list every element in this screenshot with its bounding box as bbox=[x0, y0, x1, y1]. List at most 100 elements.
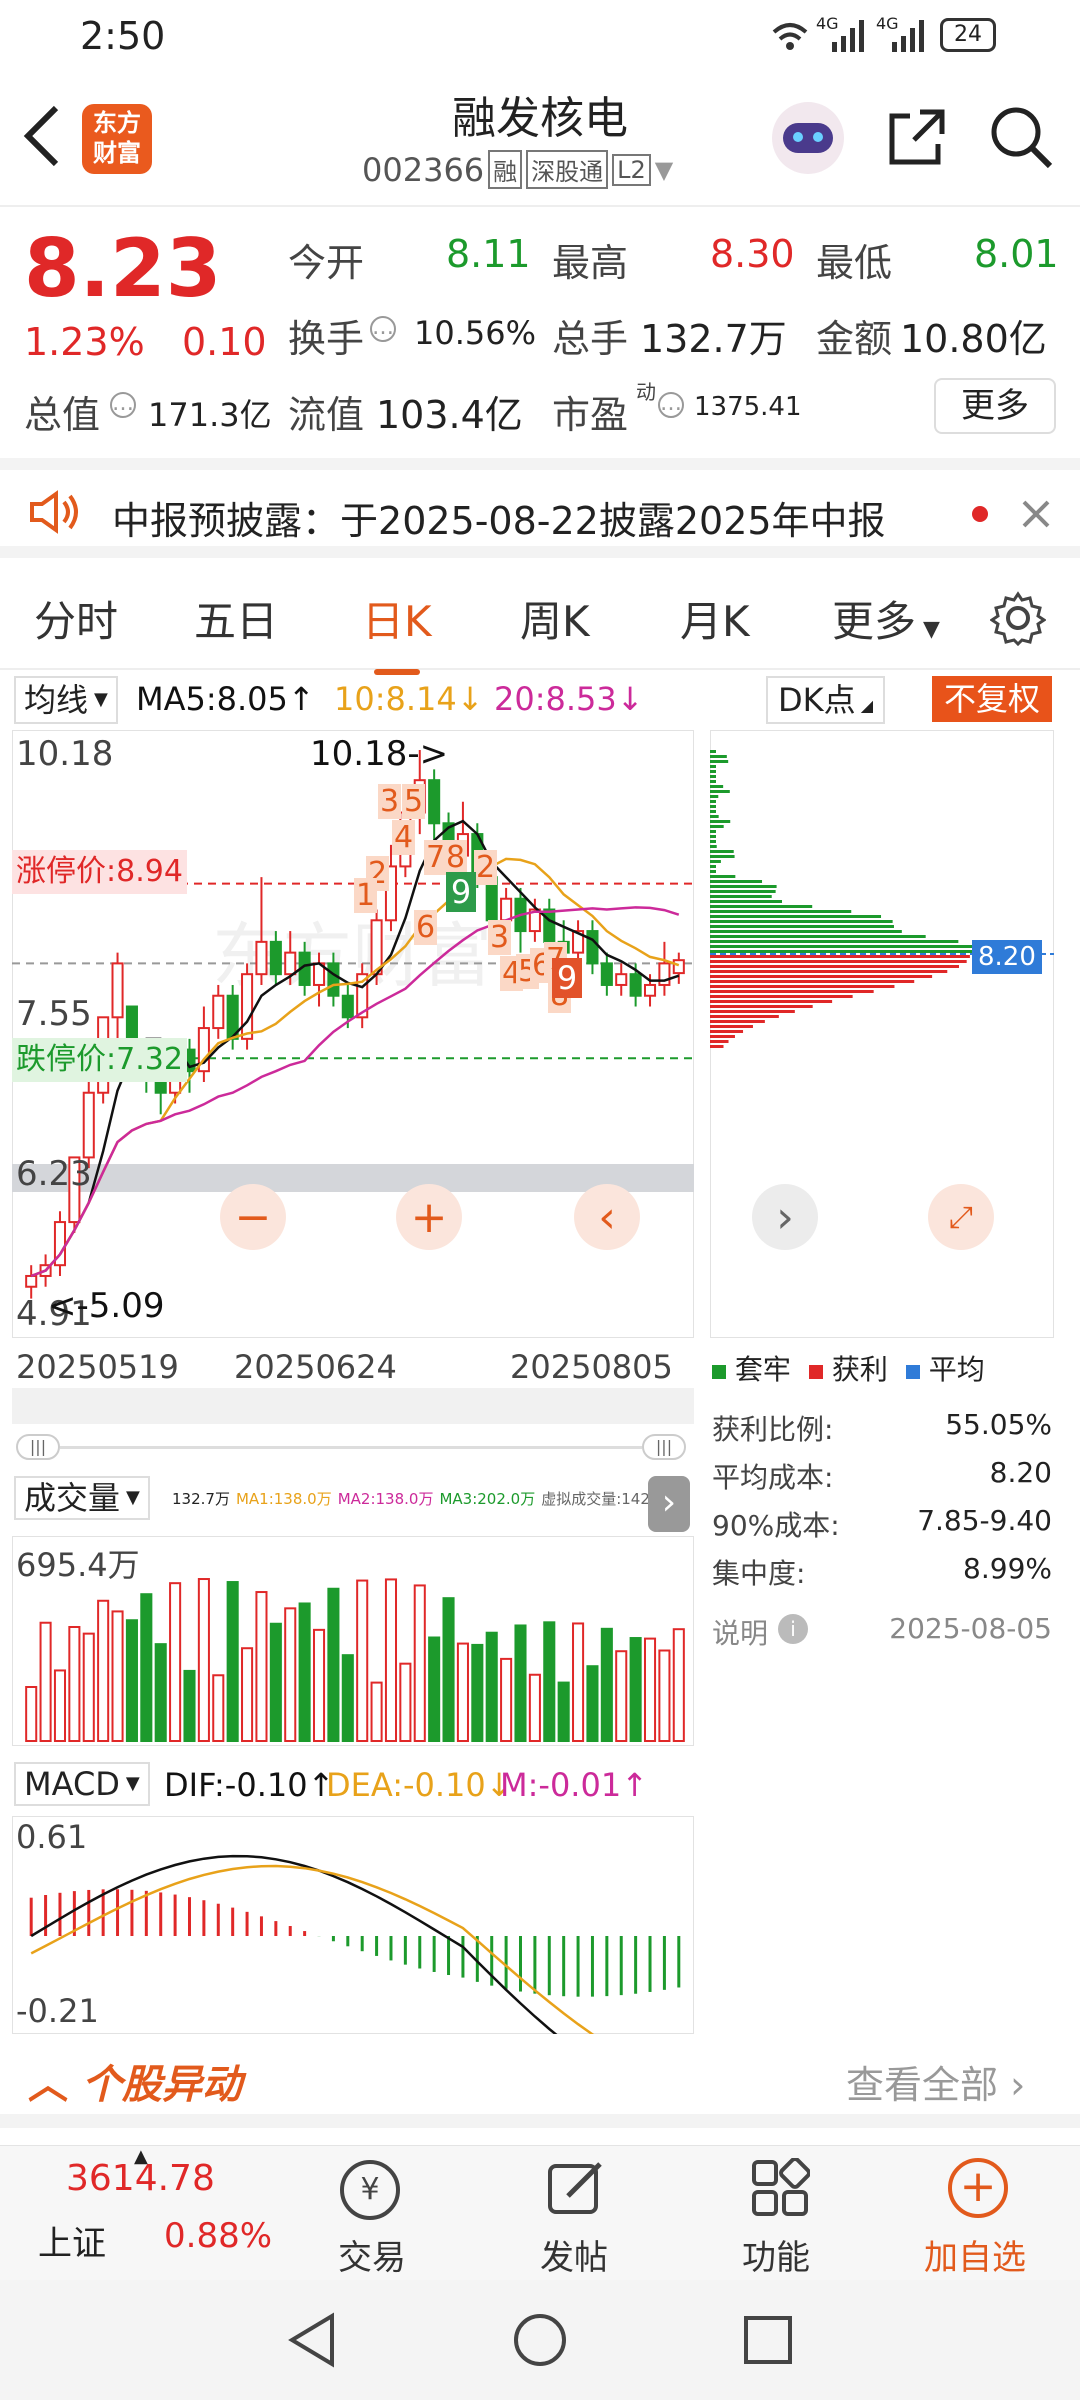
settings-gear-icon[interactable] bbox=[990, 590, 1046, 646]
chip-bar bbox=[710, 915, 882, 918]
stock-movement-section: ︿ 个股异动 查看全部 › bbox=[0, 2048, 1080, 2128]
system-home-icon[interactable] bbox=[512, 2310, 568, 2370]
notice-body: 于2025-08-22披露2025年中报 bbox=[340, 499, 886, 543]
notice-banner[interactable]: 中报预披露： 于2025-08-22披露2025年中报 bbox=[0, 458, 1080, 558]
post-button[interactable]: 发帖 bbox=[540, 2230, 608, 2279]
chip-bar bbox=[710, 800, 716, 803]
volume-bar bbox=[471, 1643, 484, 1742]
chip-bar bbox=[710, 900, 783, 903]
system-back-icon[interactable] bbox=[284, 2310, 340, 2370]
ma20-label: 20:8.53↓ bbox=[494, 680, 644, 718]
macd-dea: DEA:-0.10↓ bbox=[326, 1766, 513, 1804]
add-watchlist-button[interactable]: 加自选 bbox=[924, 2230, 1026, 2279]
volume-bar bbox=[312, 1628, 326, 1742]
unread-dot bbox=[972, 506, 988, 522]
chip-bar bbox=[710, 950, 984, 953]
low-label: 最低 bbox=[816, 241, 893, 285]
zoom-in-button[interactable]: + bbox=[396, 1184, 462, 1250]
index-name: 上证 bbox=[38, 2224, 106, 2264]
chip-bar bbox=[710, 1040, 729, 1043]
system-recents-icon[interactable] bbox=[740, 2310, 796, 2370]
volume-bar bbox=[68, 1626, 81, 1742]
y-axis-top: 10.18 bbox=[16, 734, 114, 774]
info-icon-4[interactable]: i bbox=[778, 1614, 808, 1644]
cost90-label: 90%成本: bbox=[712, 1509, 840, 1542]
mktcap-label: 总值 bbox=[24, 393, 101, 437]
chip-bar bbox=[710, 855, 735, 858]
assistant-robot-icon[interactable] bbox=[772, 102, 844, 174]
volume-bar bbox=[514, 1624, 527, 1742]
tab-more[interactable]: 更多 ▼ bbox=[832, 588, 940, 649]
volume-bar bbox=[672, 1628, 685, 1742]
chart-area: 均线 ▼ MA5:8.05↑ 10:8.14↓ 20:8.53↓ DK点 ◢ 不复… bbox=[0, 672, 1080, 2034]
range-slider[interactable] bbox=[60, 1446, 642, 1449]
seq-marker: 3 bbox=[378, 784, 402, 819]
tab-daily-k[interactable]: 日K bbox=[362, 588, 432, 675]
volume-bar bbox=[442, 1597, 455, 1742]
tab-weekly-k[interactable]: 周K bbox=[520, 588, 590, 649]
chip-bar bbox=[710, 1030, 744, 1033]
trade-button[interactable]: 交易 bbox=[338, 2230, 406, 2279]
volume-bar bbox=[82, 1632, 95, 1742]
indicator-select[interactable]: 均线 ▼ bbox=[14, 676, 118, 724]
info-icon[interactable]: … bbox=[370, 316, 396, 342]
chip-bar bbox=[710, 980, 915, 983]
volume-bar bbox=[370, 1681, 383, 1743]
seq-marker: 5 bbox=[402, 784, 426, 819]
stock-code: 002366 bbox=[362, 150, 485, 189]
back-arrow-icon[interactable] bbox=[22, 104, 62, 168]
search-icon[interactable] bbox=[988, 104, 1054, 170]
volume-select[interactable]: 成交量 ▼ bbox=[14, 1476, 150, 1520]
range-handle-right[interactable]: ||| bbox=[642, 1434, 686, 1460]
close-icon[interactable] bbox=[1020, 498, 1052, 530]
dk-point-button[interactable]: DK点 ◢ bbox=[766, 676, 886, 724]
candle-body bbox=[327, 962, 340, 997]
chip-bar bbox=[710, 770, 716, 773]
info-icon-3[interactable]: … bbox=[658, 392, 684, 418]
note-date: 2025-08-05 bbox=[889, 1612, 1052, 1645]
quote-panel: 8.23 1.23% 0.10 今开 8.11 最高 8.30 最低 8.01 … bbox=[0, 208, 1080, 458]
volume-bar bbox=[241, 1647, 254, 1742]
x-label-mid: 20250624 bbox=[234, 1348, 397, 1386]
chip-bar bbox=[710, 1025, 753, 1028]
range-track bbox=[12, 1388, 694, 1424]
expand-icon[interactable]: ⤢ bbox=[928, 1184, 994, 1250]
chip-next-button[interactable]: › bbox=[752, 1184, 818, 1250]
add-circle-icon: + bbox=[948, 2158, 1008, 2218]
view-all-link[interactable]: 查看全部 › bbox=[846, 2054, 1025, 2109]
volume-bar bbox=[140, 1593, 153, 1742]
function-button[interactable]: 功能 bbox=[742, 2230, 810, 2279]
tab-five-day[interactable]: 五日 bbox=[194, 588, 278, 649]
candle-body bbox=[543, 908, 556, 943]
scroll-left-button[interactable]: ‹ bbox=[574, 1184, 640, 1250]
status-time: 2:50 bbox=[80, 14, 166, 58]
zoom-out-button[interactable]: − bbox=[220, 1184, 286, 1250]
chip-bar bbox=[710, 935, 926, 938]
chip-bar bbox=[710, 870, 716, 873]
macd-y-bottom: -0.21 bbox=[16, 1992, 99, 2030]
volume-bar bbox=[543, 1621, 556, 1742]
volume-bar bbox=[643, 1637, 657, 1742]
connect-tag: 深股通 bbox=[526, 150, 609, 189]
more-button[interactable]: 更多 bbox=[934, 378, 1056, 434]
dropdown-icon[interactable]: ▼ bbox=[655, 156, 673, 184]
volume-bar bbox=[528, 1673, 541, 1743]
tab-intraday[interactable]: 分时 bbox=[34, 588, 118, 649]
tab-monthly-k[interactable]: 月K bbox=[680, 588, 750, 649]
kline-chart[interactable]: 东方财富 bbox=[12, 730, 694, 1338]
expand-panel-button[interactable]: › bbox=[648, 1476, 690, 1532]
chip-bar bbox=[710, 845, 717, 848]
y-axis-low: 6.23 bbox=[16, 1154, 92, 1194]
chip-bar bbox=[710, 990, 874, 993]
macd-select[interactable]: MACD ▼ bbox=[14, 1762, 150, 1806]
info-icon-2[interactable]: … bbox=[110, 392, 136, 418]
movement-title: ︿ 个股异动 bbox=[28, 2062, 242, 2108]
volume-legend: 132.7万 MA1:138.0万 MA2:138.0万 MA3:202.0万 … bbox=[172, 1490, 680, 1508]
post-edit-icon bbox=[548, 2162, 602, 2214]
adjust-button[interactable]: 不复权 bbox=[932, 676, 1053, 722]
chip-bar bbox=[710, 850, 734, 853]
volume-bar bbox=[125, 1619, 138, 1742]
share-icon[interactable] bbox=[886, 106, 948, 168]
chip-bar bbox=[710, 830, 716, 833]
range-handle-left[interactable]: ||| bbox=[16, 1434, 60, 1460]
